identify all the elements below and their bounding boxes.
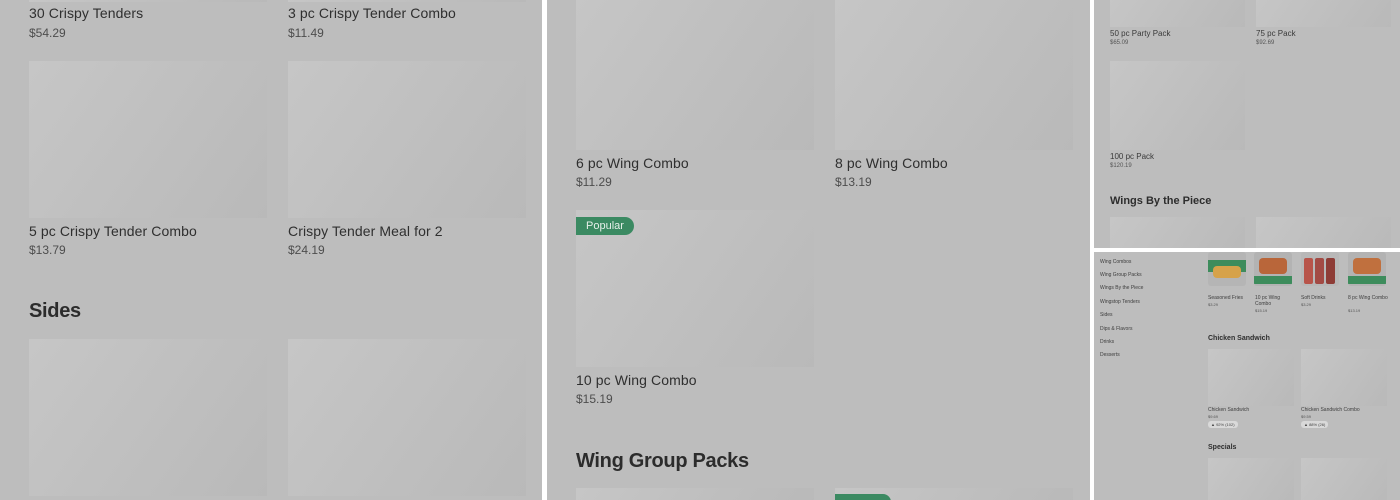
item-price: $3.29 [1301,302,1312,307]
item-price: $13.19 [1348,308,1361,313]
popular-badge [835,494,891,500]
item-name[interactable]: 6 pc Wing Combo [576,155,689,171]
section-heading: Wings By the Piece [1110,195,1212,207]
rating-value: 88% (26) [1309,422,1326,427]
category-nav-item[interactable]: Dips & Flavors [1100,326,1133,332]
item-image[interactable] [1208,349,1294,406]
item-price: $15.19 [1255,308,1268,313]
item-price: $15.19 [576,392,613,406]
item-name[interactable]: Chicken Sandwich Combo [1301,407,1381,413]
popular-badge: Popular [576,217,634,235]
section-heading: Sides [29,300,81,322]
item-price: $9.59 [1301,414,1312,419]
item-name[interactable]: 10 pc Wing Combo [576,372,697,388]
item-image[interactable] [1110,217,1245,248]
item-price: $54.29 [29,26,66,40]
section-heading: Chicken Sandwich [1208,335,1270,342]
item-image[interactable] [29,61,267,218]
item-name[interactable]: Chicken Sandwich [1208,407,1288,413]
menu-panel-overview: Wing Combos Wing Group Packs Wings By th… [1094,252,1400,500]
item-name[interactable]: Soft Drinks [1301,295,1343,301]
item-image[interactable] [1256,217,1391,248]
item-image[interactable] [1110,0,1245,27]
category-nav-item[interactable]: Wingstop Tenders [1100,299,1140,305]
soft-drinks-image[interactable] [1301,252,1339,286]
item-price: $120.19 [1110,163,1132,169]
item-name[interactable]: 50 pc Party Pack [1110,29,1170,38]
item-image[interactable] [835,0,1073,150]
item-image[interactable] [288,61,526,218]
item-image[interactable] [1256,0,1391,27]
item-price: $11.29 [576,175,612,189]
section-heading: Specials [1208,444,1237,451]
item-name[interactable]: Seasoned Fries [1208,295,1250,301]
item-image[interactable] [576,0,814,150]
item-price: $24.19 [288,243,325,257]
category-nav-item[interactable]: Wings By the Piece [1100,285,1143,291]
item-name[interactable]: 3 pc Crispy Tender Combo [288,5,456,21]
rating-value: 92% (102) [1216,422,1235,427]
item-price: $9.69 [1208,414,1219,419]
item-price: $11.49 [288,26,324,40]
item-image[interactable] [1301,458,1387,500]
item-name[interactable]: Crispy Tender Meal for 2 [288,223,443,239]
seasoned-fries-image[interactable] [1208,252,1246,286]
item-image[interactable] [1301,349,1387,406]
category-nav-item[interactable]: Wing Combos [1100,259,1131,265]
item-name[interactable]: 8 pc Wing Combo [835,155,948,171]
menu-panel-tenders: 30 Crispy Tenders $54.29 3 pc Crispy Ten… [0,0,542,500]
category-nav-item[interactable]: Wing Group Packs [1100,272,1142,278]
item-price: $3.29 [1208,302,1219,307]
menu-panel-wing-combos: 6 pc Wing Combo $11.29 8 pc Wing Combo $… [547,0,1090,500]
item-price: $13.79 [29,243,66,257]
item-image[interactable] [1110,61,1245,150]
item-name[interactable]: 10 pc Wing Combo [1255,295,1297,307]
item-image[interactable] [576,488,814,500]
rating-badge: ▲ 88% (26) [1301,421,1329,428]
item-price: $65.09 [1110,40,1129,46]
item-price: $92.69 [1256,40,1275,46]
section-heading: Wing Group Packs [576,450,749,472]
item-image[interactable] [288,339,526,496]
rating-badge: ▲ 92% (102) [1208,421,1238,428]
item-name[interactable]: 5 pc Crispy Tender Combo [29,223,197,239]
wing-combo-image[interactable] [1348,252,1386,286]
item-image[interactable] [29,0,267,2]
item-image[interactable] [29,339,267,496]
item-name[interactable]: 75 pc Pack [1256,29,1296,38]
menu-panel-party-packs: 50 pc Party Pack $65.09 75 pc Pack $92.6… [1094,0,1400,248]
item-image[interactable] [1208,458,1294,500]
item-image[interactable] [288,0,526,2]
item-name[interactable]: 100 pc Pack [1110,152,1154,161]
category-nav-item[interactable]: Desserts [1100,352,1120,358]
wing-combo-image[interactable] [1254,252,1292,286]
category-nav-item[interactable]: Sides [1100,312,1113,318]
item-name[interactable]: 8 pc Wing Combo [1348,295,1390,301]
item-name[interactable]: 30 Crispy Tenders [29,5,143,21]
item-price: $13.19 [835,175,872,189]
category-nav-item[interactable]: Drinks [1100,339,1114,345]
